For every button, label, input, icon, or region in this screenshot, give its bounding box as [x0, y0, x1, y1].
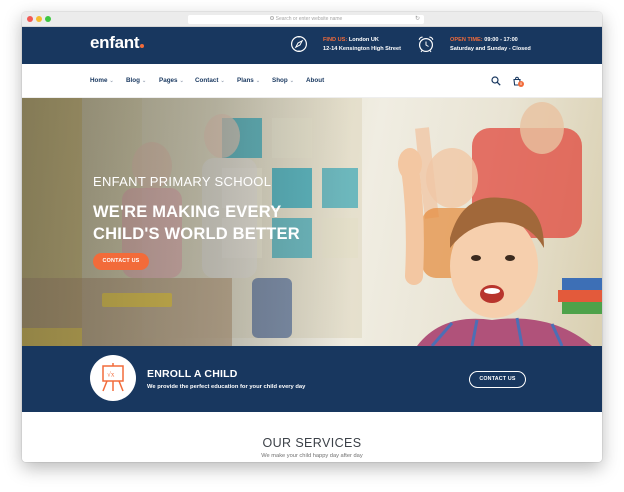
nav-item-home[interactable]: Home ⌄ — [90, 77, 114, 84]
nav-label: Home — [90, 77, 108, 84]
find-us-city: London UK — [348, 37, 379, 43]
nav-label: Pages — [159, 77, 178, 84]
reload-icon[interactable]: ↻ — [415, 15, 420, 24]
nav-label: Plans — [237, 77, 254, 84]
chevron-down-icon: ⌄ — [220, 78, 225, 84]
nav-label: Contact — [195, 77, 219, 84]
hero-section: ENFANT PRIMARY SCHOOL WE'RE MAKING EVERY… — [22, 98, 602, 346]
open-time-label: OPEN TIME: — [450, 37, 483, 43]
address-search-icon — [269, 16, 274, 20]
nav-label: Shop — [272, 77, 288, 84]
open-time-hours: 09:00 - 17:00 — [484, 37, 518, 43]
close-window-button[interactable] — [27, 16, 33, 22]
services-title: OUR SERVICES — [262, 436, 362, 450]
easel-board-icon: √x — [102, 363, 124, 392]
nav-item-contact[interactable]: Contact ⌄ — [195, 77, 225, 84]
minimize-window-button[interactable] — [36, 16, 42, 22]
compass-icon — [290, 35, 308, 53]
svg-text:√x: √x — [107, 371, 115, 379]
chevron-down-icon: ⌄ — [109, 78, 114, 84]
nav-item-shop[interactable]: Shop ⌄ — [272, 77, 294, 84]
enroll-icon-badge: √x — [90, 355, 136, 401]
maximize-window-button[interactable] — [45, 16, 51, 22]
chevron-down-icon: ⌄ — [142, 78, 147, 84]
hero-title: WE'RE MAKING EVERY CHILD'S WORLD BETTER — [93, 201, 300, 245]
find-us-info: FIND US: London UK 12-14 Kensington High… — [323, 36, 401, 54]
cart-count-badge: 0 — [518, 81, 524, 87]
hero-title-line-2: CHILD'S WORLD BETTER — [93, 225, 300, 243]
find-us-address: 12-14 Kensington High Street — [323, 46, 402, 52]
enroll-subtitle: We provide the perfect education for you… — [147, 384, 306, 390]
main-navigation: Home ⌄ Blog ⌄ Pages ⌄ Contact ⌄ Plans ⌄ Shop ⌄… — [22, 64, 602, 98]
hero-contact-button[interactable]: CONTACT US — [93, 253, 149, 270]
nav-item-about[interactable]: About — [306, 77, 324, 84]
site-logo[interactable]: enfant — [90, 33, 145, 53]
open-time-closed: Saturday and Sunday - Closed — [450, 46, 531, 52]
enroll-contact-button[interactable]: CONTACT US — [469, 371, 526, 388]
nav-item-pages[interactable]: Pages ⌄ — [159, 77, 184, 84]
nav-label: About — [306, 77, 325, 84]
open-time-info: OPEN TIME: 09:00 - 17:00 Saturday and Su… — [450, 36, 531, 54]
services-section: OUR SERVICES We make your child happy da… — [22, 412, 602, 462]
enroll-title: ENROLL A CHILD — [147, 368, 238, 380]
logo-text: enfant — [90, 33, 140, 52]
enroll-banner: √x ENROLL A CHILD We provide the perfect… — [22, 346, 602, 412]
chevron-down-icon: ⌄ — [289, 78, 294, 84]
nav-label: Blog — [126, 77, 140, 84]
logo-dot — [140, 44, 145, 48]
browser-window: Search or enter website name ↻ enfant FI… — [22, 12, 602, 462]
alarm-clock-icon — [418, 36, 434, 53]
chevron-down-icon: ⌄ — [179, 78, 184, 84]
top-header: enfant FIND US: London UK 12-14 Kensingt… — [22, 27, 602, 64]
hero-subtitle: ENFANT PRIMARY SCHOOL — [93, 174, 272, 189]
nav-item-blog[interactable]: Blog ⌄ — [126, 77, 146, 84]
find-us-label: FIND US: — [323, 37, 348, 43]
address-bar[interactable]: Search or enter website name ↻ — [188, 15, 424, 24]
hero-title-line-1: WE'RE MAKING EVERY — [93, 203, 282, 221]
nav-item-plans[interactable]: Plans ⌄ — [237, 77, 260, 84]
address-placeholder: Search or enter website name — [275, 16, 343, 22]
services-subtitle: We make your child happy day after day — [261, 453, 363, 459]
chevron-down-icon: ⌄ — [255, 78, 261, 84]
browser-toolbar: Search or enter website name ↻ — [22, 12, 602, 27]
search-icon[interactable] — [491, 76, 501, 86]
